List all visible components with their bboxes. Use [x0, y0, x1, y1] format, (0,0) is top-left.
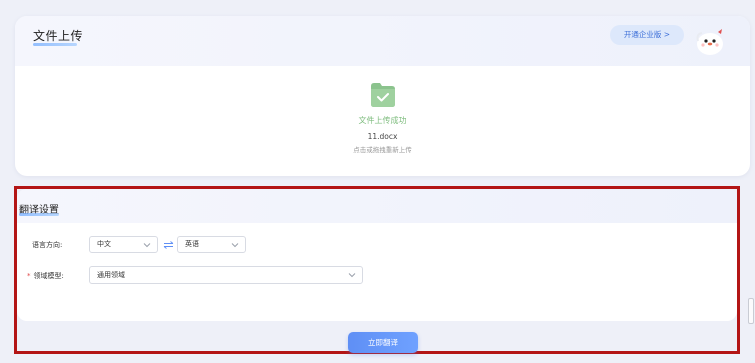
required-marker: * — [27, 272, 31, 280]
upload-section-title: 文件上传 — [33, 29, 84, 43]
upload-title-underline — [33, 43, 77, 46]
translate-now-button[interactable]: 立即翻译 — [348, 332, 418, 353]
domain-model-label: * 领域模型: — [27, 271, 64, 281]
uploaded-file-name: 11.docx — [367, 132, 398, 141]
source-language-value: 中文 — [97, 240, 111, 248]
folder-check-icon — [371, 83, 395, 107]
settings-title-underline — [19, 213, 59, 216]
upload-card-header: 文件上传 开通企业版 > — [15, 16, 750, 66]
chevron-down-icon — [143, 243, 151, 248]
domain-model-value: 通用领域 — [97, 271, 125, 279]
reupload-hint[interactable]: 点击或拖拽重新上传 — [15, 144, 750, 154]
file-upload-card: 文件上传 开通企业版 > 文件上传成功 11.docx 点击或拖拽重新上传 — [15, 16, 750, 176]
translation-settings-card: 翻译设置 语言方向: 中文 英语 * 领域模型: 通用领域 — [17, 189, 737, 321]
upload-status-text: 文件上传成功 — [358, 116, 407, 125]
chevron-down-icon — [231, 243, 239, 248]
scrollbar-thumb[interactable] — [748, 298, 754, 324]
language-direction-label: 语言方向: — [32, 241, 63, 249]
target-language-value: 英语 — [185, 240, 199, 248]
enterprise-upgrade-button[interactable]: 开通企业版 > — [610, 25, 684, 45]
mascot-icon — [696, 29, 723, 55]
chevron-down-icon — [348, 273, 356, 278]
target-language-select[interactable]: 英语 — [177, 236, 246, 253]
domain-model-select[interactable]: 通用领域 — [89, 266, 363, 284]
swap-languages-icon[interactable] — [163, 241, 174, 249]
domain-model-label-text: 领域模型: — [33, 272, 64, 280]
settings-card-header: 翻译设置 — [17, 189, 737, 223]
source-language-select[interactable]: 中文 — [89, 236, 158, 253]
